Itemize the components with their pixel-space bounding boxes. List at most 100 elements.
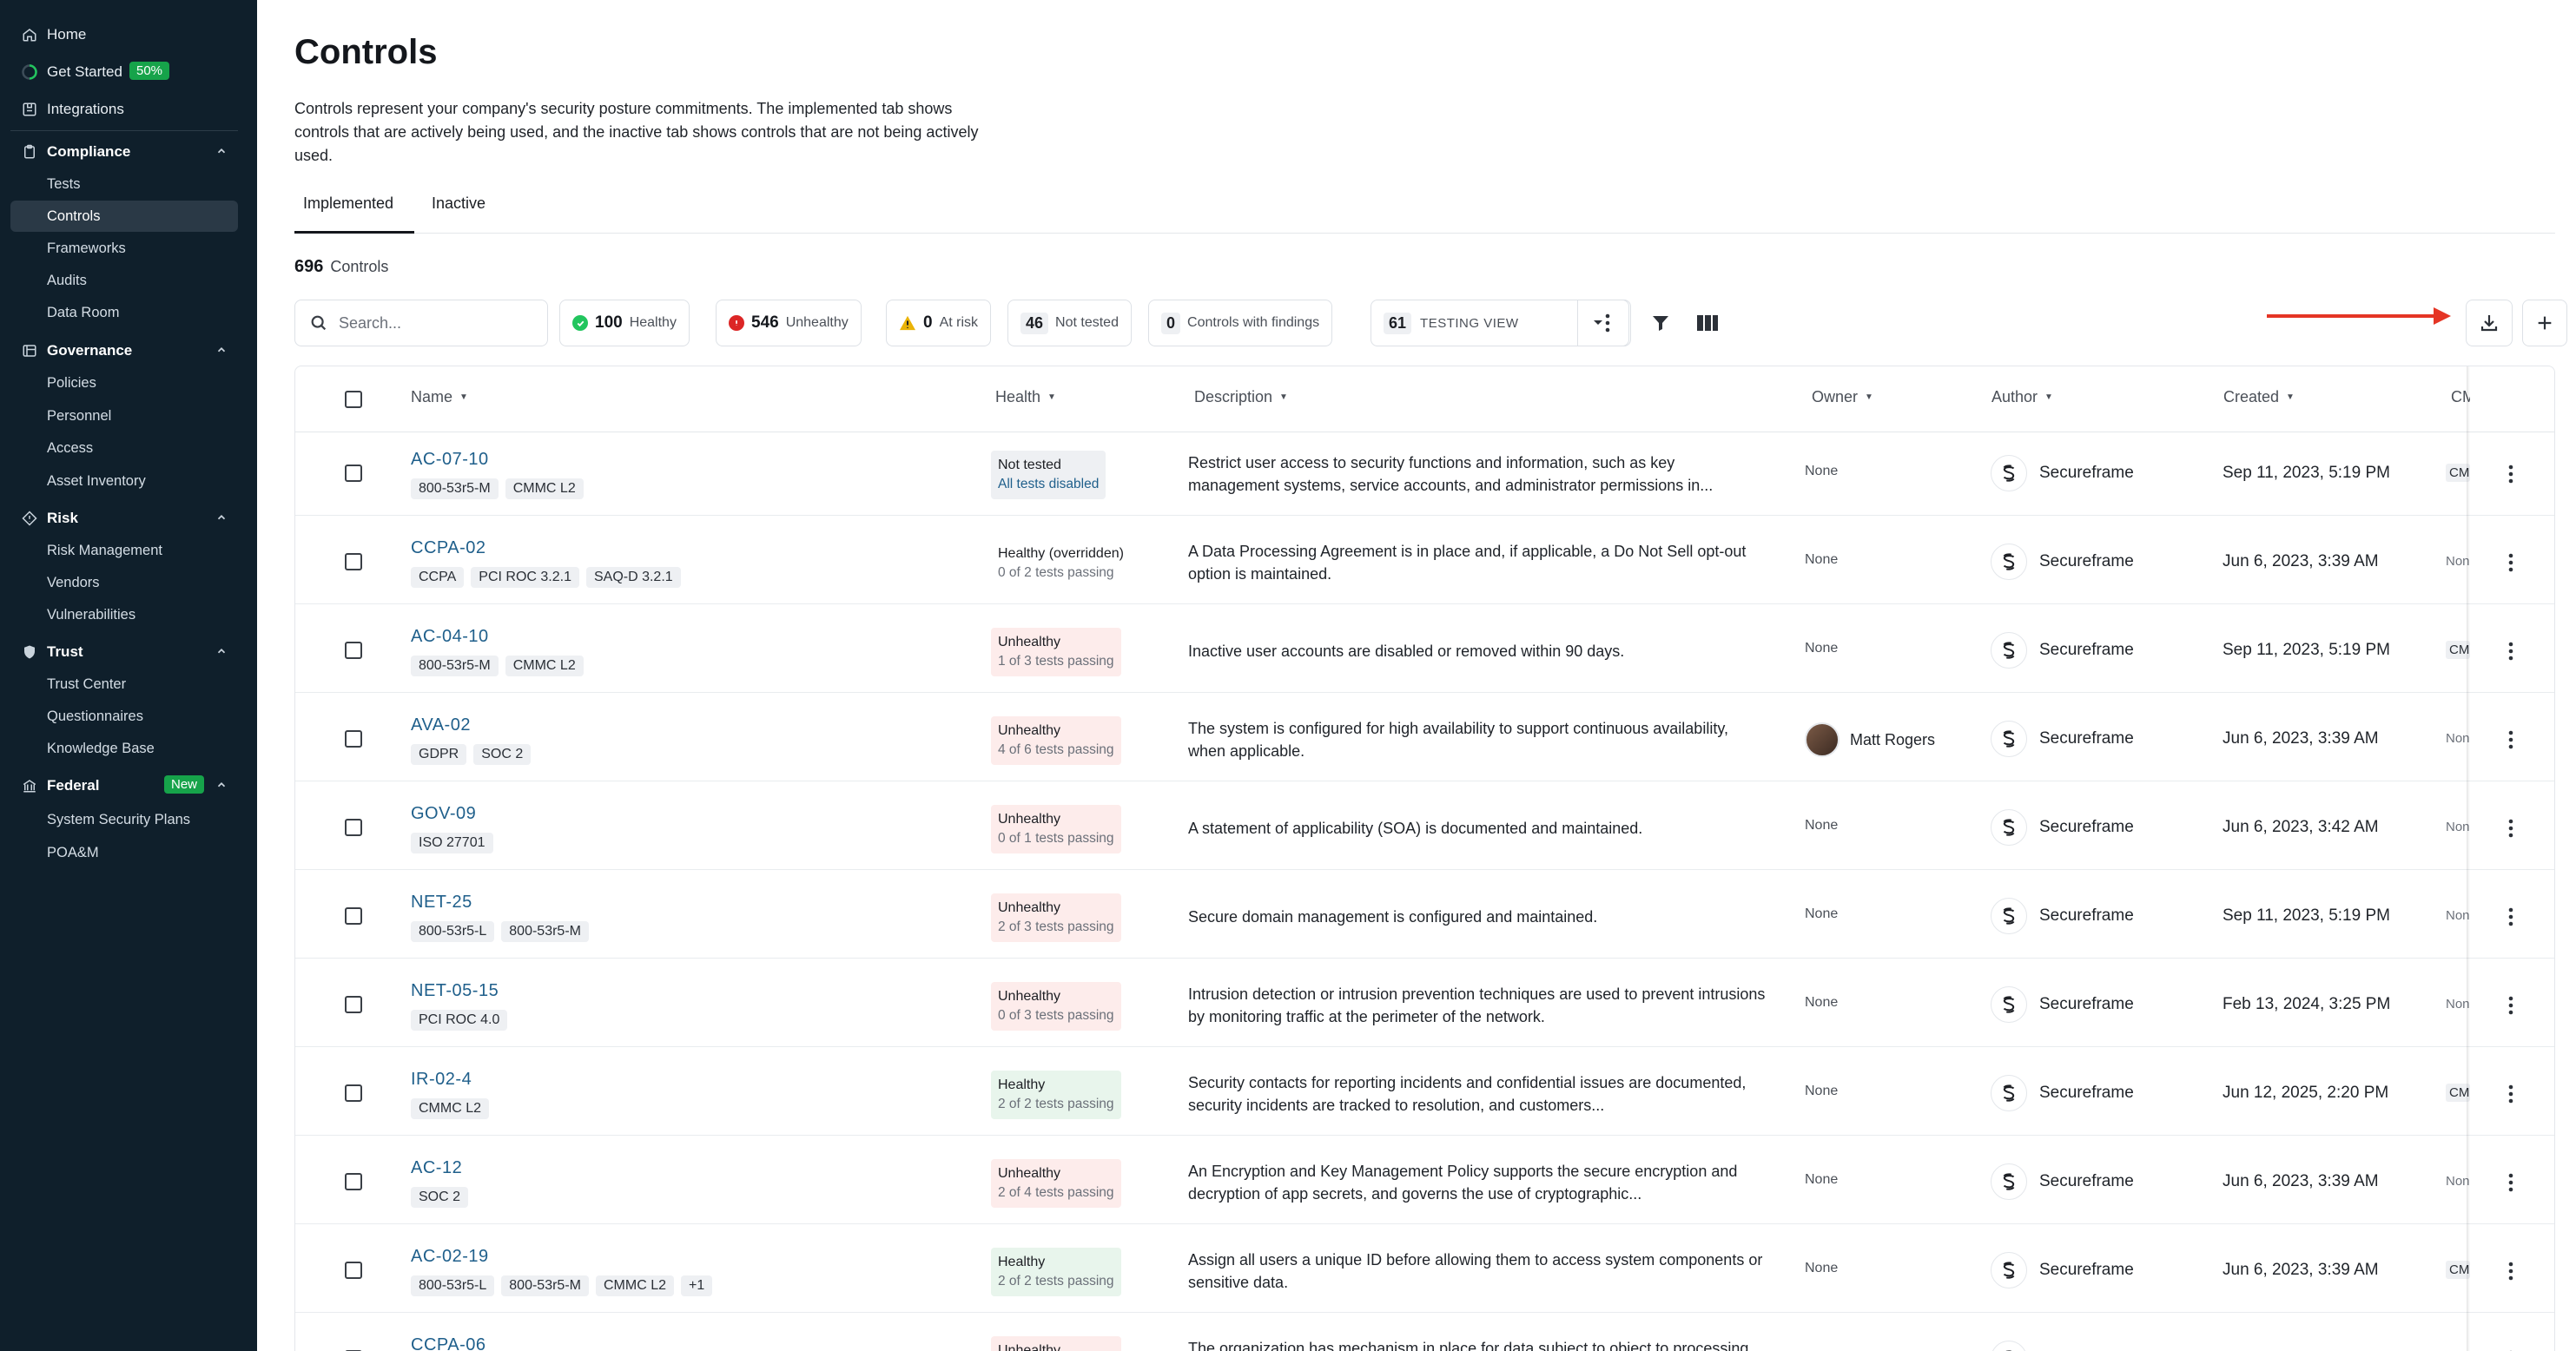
control-name-link[interactable]: CCPA-02 xyxy=(411,538,486,558)
column-header-owner[interactable]: Owner ▼ xyxy=(1812,388,1873,406)
sidebar-item-audits[interactable]: Audits xyxy=(10,265,238,296)
sidebar-section-compliance[interactable]: Compliance xyxy=(10,136,238,168)
table-row[interactable]: NET-25 800-53r5-L 800-53r5-M Unhealthy 2 … xyxy=(295,875,2554,959)
control-name-link[interactable]: IR-02-4 xyxy=(411,1070,472,1090)
sidebar-item-policies[interactable]: Policies xyxy=(10,367,238,399)
sidebar-section-trust[interactable]: Trust xyxy=(10,636,238,668)
column-header-description[interactable]: Description ▼ xyxy=(1194,388,1288,406)
table-row[interactable]: CCPA-02 CCPA PCI ROC 3.2.1 SAQ-D 3.2.1 Hea… xyxy=(295,521,2554,604)
filter-chip-findings[interactable]: 0 Controls with findings xyxy=(1148,300,1333,346)
control-name-link[interactable]: AC-02-19 xyxy=(411,1247,489,1267)
owner-cell[interactable]: None xyxy=(1805,818,1838,834)
row-checkbox[interactable] xyxy=(345,1084,362,1102)
column-header-name[interactable]: Name ▼ xyxy=(411,388,468,406)
sidebar-item-knowledge-base[interactable]: Knowledge Base xyxy=(10,733,238,764)
table-row[interactable]: IR-02-4 CMMC L2 Healthy 2 of 2 tests pas… xyxy=(295,1052,2554,1136)
sidebar-item-access[interactable]: Access xyxy=(10,432,238,464)
search-input[interactable] xyxy=(339,313,530,333)
owner-cell[interactable]: None xyxy=(1805,1084,1838,1099)
sidebar-item-tests[interactable]: Tests xyxy=(10,168,238,200)
control-name-link[interactable]: AC-12 xyxy=(411,1158,462,1178)
filter-chip-at-risk[interactable]: 0 At risk xyxy=(886,300,992,346)
sidebar-item-trust-center[interactable]: Trust Center xyxy=(10,669,238,700)
row-actions-button[interactable] xyxy=(2501,1169,2520,1196)
sidebar-item-risk-management[interactable]: Risk Management xyxy=(10,535,238,566)
sidebar-item-poam[interactable]: POA&M xyxy=(10,837,238,868)
columns-button[interactable] xyxy=(1695,311,1720,335)
owner-cell[interactable]: None xyxy=(1805,641,1838,656)
sidebar-section-federal[interactable]: Federal New xyxy=(10,770,238,801)
row-checkbox[interactable] xyxy=(345,730,362,748)
search-box[interactable] xyxy=(294,300,548,346)
view-more-button[interactable] xyxy=(1584,300,1631,346)
view-selector-current[interactable]: 61 TESTING VIEW xyxy=(1371,300,1578,346)
sidebar-section-governance[interactable]: Governance xyxy=(10,335,238,366)
row-checkbox[interactable] xyxy=(345,1173,362,1190)
row-actions-button[interactable] xyxy=(2501,992,2520,1019)
row-actions-button[interactable] xyxy=(2501,1257,2520,1285)
download-button[interactable] xyxy=(2466,300,2513,346)
sidebar-section-risk[interactable]: Risk xyxy=(10,503,238,534)
table-row[interactable]: AC-12 SOC 2 Unhealthy 2 of 4 tests passi… xyxy=(295,1141,2554,1224)
tab-implemented[interactable]: Implemented xyxy=(303,194,393,213)
table-row[interactable]: AC-04-10 800-53r5-M CMMC L2 Unhealthy 1 o… xyxy=(295,610,2554,693)
sidebar-item-get-started[interactable]: Get Started 50% xyxy=(10,56,238,88)
owner-cell[interactable]: None xyxy=(1805,995,1838,1011)
owner-cell[interactable]: Matt Rogers xyxy=(1805,722,1935,757)
row-actions-button[interactable] xyxy=(2501,903,2520,931)
filter-chip-healthy[interactable]: 100 Healthy xyxy=(559,300,690,346)
table-row[interactable]: AC-02-19 800-53r5-L 800-53r5-M CMMC L2 +1 H… xyxy=(295,1229,2554,1313)
column-header-author[interactable]: Author ▼ xyxy=(1991,388,2053,406)
sidebar-item-integrations[interactable]: Integrations xyxy=(10,94,238,125)
row-actions-button[interactable] xyxy=(2501,1080,2520,1108)
table-row[interactable]: AVA-02 GDPR SOC 2 Unhealthy 4 of 6 tests … xyxy=(295,698,2554,781)
sidebar-item-system-security-plans[interactable]: System Security Plans xyxy=(10,804,238,835)
control-name-link[interactable]: NET-05-15 xyxy=(411,981,499,1001)
row-actions-button[interactable] xyxy=(2501,814,2520,842)
row-checkbox[interactable] xyxy=(345,996,362,1013)
tab-inactive[interactable]: Inactive xyxy=(432,194,485,213)
table-row[interactable]: GOV-09 ISO 27701 Unhealthy 0 of 1 tests … xyxy=(295,787,2554,870)
sidebar-item-vulnerabilities[interactable]: Vulnerabilities xyxy=(10,599,238,630)
owner-cell[interactable]: None xyxy=(1805,1261,1838,1276)
row-actions-button[interactable] xyxy=(2501,1346,2520,1351)
row-actions-button[interactable] xyxy=(2501,460,2520,488)
sidebar-item-questionnaires[interactable]: Questionnaires xyxy=(10,701,238,732)
filter-button[interactable] xyxy=(1648,311,1673,335)
table-row[interactable]: NET-05-15 PCI ROC 4.0 Unhealthy 0 of 3 t… xyxy=(295,964,2554,1047)
control-name-link[interactable]: AC-04-10 xyxy=(411,627,489,647)
owner-cell[interactable]: None xyxy=(1805,552,1838,568)
row-actions-button[interactable] xyxy=(2501,637,2520,665)
row-checkbox[interactable] xyxy=(345,819,362,836)
owner-cell[interactable]: None xyxy=(1805,1172,1838,1188)
row-actions-button[interactable] xyxy=(2501,549,2520,577)
filter-chip-not-tested[interactable]: 46 Not tested xyxy=(1007,300,1132,346)
table-row[interactable]: CCPA-06 CCPAGDPR Unhealthy 0 of 1 tests … xyxy=(295,1318,2554,1351)
sidebar-item-frameworks[interactable]: Frameworks xyxy=(10,233,238,264)
control-name-link[interactable]: AVA-02 xyxy=(411,715,471,735)
sidebar-item-vendors[interactable]: Vendors xyxy=(10,567,238,598)
row-checkbox[interactable] xyxy=(345,1262,362,1279)
owner-cell[interactable]: None xyxy=(1805,464,1838,479)
table-row[interactable]: AC-07-10 800-53r5-M CMMC L2 Not tested Al… xyxy=(295,432,2554,516)
select-all-checkbox[interactable] xyxy=(345,391,362,408)
sidebar-item-data-room[interactable]: Data Room xyxy=(10,297,238,328)
sidebar-item-personnel[interactable]: Personnel xyxy=(10,400,238,432)
control-name-link[interactable]: NET-25 xyxy=(411,893,472,913)
owner-cell[interactable]: None xyxy=(1805,906,1838,922)
row-actions-button[interactable] xyxy=(2501,726,2520,754)
column-header-health[interactable]: Health ▼ xyxy=(995,388,1056,406)
filter-chip-unhealthy[interactable]: 546 Unhealthy xyxy=(716,300,862,346)
add-control-button[interactable] xyxy=(2522,300,2567,346)
sidebar-item-asset-inventory[interactable]: Asset Inventory xyxy=(10,465,238,497)
control-name-link[interactable]: AC-07-10 xyxy=(411,450,489,470)
control-name-link[interactable]: GOV-09 xyxy=(411,804,476,824)
column-header-created[interactable]: Created ▼ xyxy=(2223,388,2295,406)
row-checkbox[interactable] xyxy=(345,907,362,925)
sidebar-item-home[interactable]: Home xyxy=(10,19,238,50)
row-checkbox[interactable] xyxy=(345,465,362,482)
control-name-link[interactable]: CCPA-06 xyxy=(411,1335,486,1351)
row-checkbox[interactable] xyxy=(345,642,362,659)
sidebar-item-controls[interactable]: Controls xyxy=(10,201,238,232)
row-checkbox[interactable] xyxy=(345,553,362,570)
